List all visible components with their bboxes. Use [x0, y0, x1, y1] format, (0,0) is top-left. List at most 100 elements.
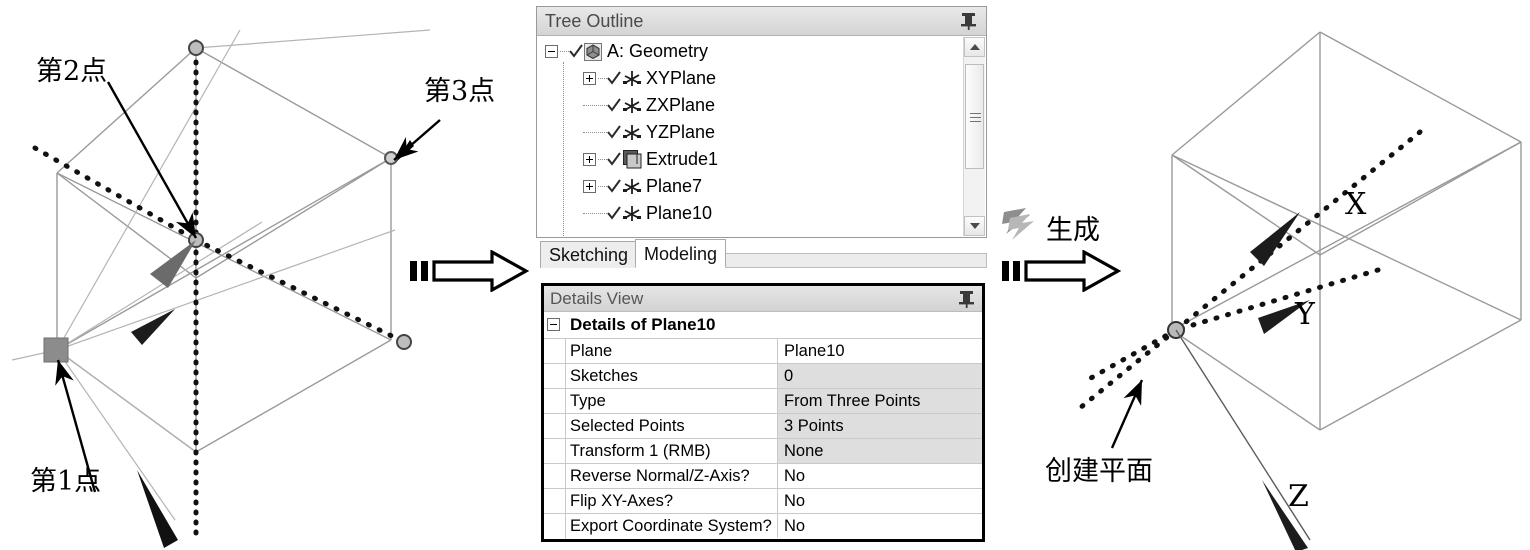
construction-lines: [11, 29, 431, 521]
point1-marker: [43, 337, 69, 363]
scroll-down-arrow[interactable]: [964, 216, 985, 236]
label-point3: 第3点: [424, 76, 496, 107]
tab-modeling[interactable]: Modeling: [635, 239, 727, 268]
tree-vertical-scrollbar[interactable]: [963, 37, 985, 236]
check-icon: [607, 125, 621, 139]
tree-item-list[interactable]: A: Geometry XYPlane ZXPlane YZPlane Extr…: [537, 38, 954, 227]
table-row[interactable]: Sketches 0: [544, 364, 982, 389]
tree-dash-2: [583, 105, 607, 106]
table-row[interactable]: Export Coordinate System? No: [544, 514, 982, 539]
tree-item-yzplane[interactable]: YZPlane: [537, 119, 954, 146]
tree-item-extrude1[interactable]: Extrude1: [537, 146, 954, 173]
table-row[interactable]: Transform 1 (RMB) None: [544, 439, 982, 464]
tree-item-zxplane[interactable]: ZXPlane: [537, 92, 954, 119]
property-value[interactable]: 3 Points: [777, 414, 982, 438]
check-icon: [607, 206, 621, 220]
table-row[interactable]: Selected Points 3 Points: [544, 414, 982, 439]
extrude-icon: [623, 150, 642, 169]
details-section-header-row[interactable]: Details of Plane10: [544, 312, 982, 339]
plane-axis-icon: [623, 71, 641, 86]
table-row[interactable]: Type From Three Points: [544, 389, 982, 414]
tree-dash-0: [560, 51, 569, 52]
tree-item-plane7[interactable]: Plane7: [537, 173, 954, 200]
tree-item-label: YZPlane: [646, 122, 716, 142]
property-value[interactable]: No: [777, 464, 982, 488]
chevron-down-icon: [969, 223, 980, 229]
tree-item-label: XYPlane: [646, 68, 717, 88]
table-row[interactable]: Flip XY-Axes? No: [544, 489, 982, 514]
property-value[interactable]: None: [777, 439, 982, 463]
tree-outline-title: Tree Outline: [545, 11, 644, 31]
scroll-thumb[interactable]: [965, 64, 984, 169]
tree-item-label: Plane7: [646, 176, 703, 196]
point-marker-right-lower: [396, 334, 412, 350]
tree-dash-1: [598, 78, 607, 79]
tab-label: Modeling: [644, 244, 718, 264]
leader-created-plane: [1110, 379, 1144, 449]
tree-item-label: Plane10: [646, 203, 713, 223]
tab-sketching[interactable]: Sketching: [540, 241, 638, 268]
scroll-up-arrow[interactable]: [964, 37, 985, 57]
origin-marker-top: [188, 40, 204, 56]
label-axis-y: Y: [1295, 297, 1315, 332]
tree-tab-bar[interactable]: Sketching Modeling: [540, 239, 987, 269]
property-key: Reverse Normal/Z-Axis?: [570, 467, 750, 485]
triad-cone-dark-lower: [137, 470, 178, 548]
check-icon: [607, 152, 621, 166]
tree-outline-titlebar: Tree Outline: [537, 7, 986, 36]
label-point1: 第1点: [30, 466, 102, 497]
tree-item-label: Extrude1: [646, 149, 719, 169]
details-property-table[interactable]: Details of Plane10 Plane Plane10 Sketche…: [544, 312, 982, 539]
pin-icon[interactable]: [960, 12, 977, 30]
tree-item-a-geometry[interactable]: A: Geometry: [537, 38, 954, 65]
property-key: Transform 1 (RMB): [570, 442, 711, 460]
property-key: Type: [570, 392, 606, 410]
property-value[interactable]: From Three Points: [777, 389, 982, 413]
collapse-toggle-details[interactable]: [547, 318, 560, 331]
tab-label: Sketching: [549, 245, 629, 265]
details-section-header: Details of Plane10: [570, 315, 716, 334]
dashed-plane-trace: [32, 145, 407, 345]
property-value[interactable]: Plane10: [777, 339, 982, 363]
tree-item-plane10[interactable]: Plane10: [537, 200, 954, 227]
property-value[interactable]: No: [777, 489, 982, 513]
tree-item-label: A: Geometry: [607, 41, 709, 61]
triad-cone-grey: [150, 240, 196, 288]
tree-outline-panel[interactable]: Tree Outline A: Geometry XYPlane ZXPlane…: [536, 6, 987, 238]
cube-wireframe-right: [1171, 31, 1522, 431]
connector-arrow-1: [410, 250, 530, 292]
check-icon: [607, 98, 621, 112]
table-row[interactable]: Plane Plane10: [544, 339, 982, 364]
chevron-up-icon: [969, 44, 980, 50]
property-key: Flip XY-Axes?: [570, 492, 674, 510]
tree-dash-4: [598, 159, 607, 160]
created-plane-trace-right: [1079, 129, 1423, 386]
plane-axis-icon: [623, 125, 641, 140]
collapse-toggle-geometry[interactable]: [545, 45, 558, 58]
label-point2: 第2点: [36, 56, 108, 87]
axis-x-cone: [1250, 212, 1300, 266]
tree-dash-3: [583, 132, 607, 133]
label-axis-x: X: [1345, 187, 1367, 222]
label-axis-z: Z: [1288, 479, 1309, 514]
tree-outline-body[interactable]: A: Geometry XYPlane ZXPlane YZPlane Extr…: [537, 36, 986, 237]
plane-axis-icon: [623, 98, 641, 113]
property-value[interactable]: 0: [777, 364, 982, 388]
screenshot-root: 第2点 第3点 第1点 Tree Outline A: Geometry XYP…: [0, 0, 1530, 550]
tree-dash-6: [583, 213, 607, 214]
check-icon: [607, 179, 621, 193]
cube-wireframe: [56, 47, 392, 453]
property-key: Export Coordinate System?: [570, 517, 772, 535]
plane-axis-icon: [623, 206, 641, 221]
property-key: Selected Points: [570, 417, 685, 435]
expand-toggle-xyplane[interactable]: [583, 72, 596, 85]
details-view-panel[interactable]: Details View Details of Plane10 Plane Pl…: [541, 283, 985, 542]
expand-toggle-extrude1[interactable]: [583, 153, 596, 166]
pin-icon[interactable]: [958, 290, 975, 308]
tree-item-label: ZXPlane: [646, 95, 716, 115]
tree-item-xyplane[interactable]: XYPlane: [537, 65, 954, 92]
details-view-title: Details View: [550, 289, 644, 308]
expand-toggle-plane7[interactable]: [583, 180, 596, 193]
table-row[interactable]: Reverse Normal/Z-Axis? No: [544, 464, 982, 489]
property-value[interactable]: No: [777, 514, 982, 538]
